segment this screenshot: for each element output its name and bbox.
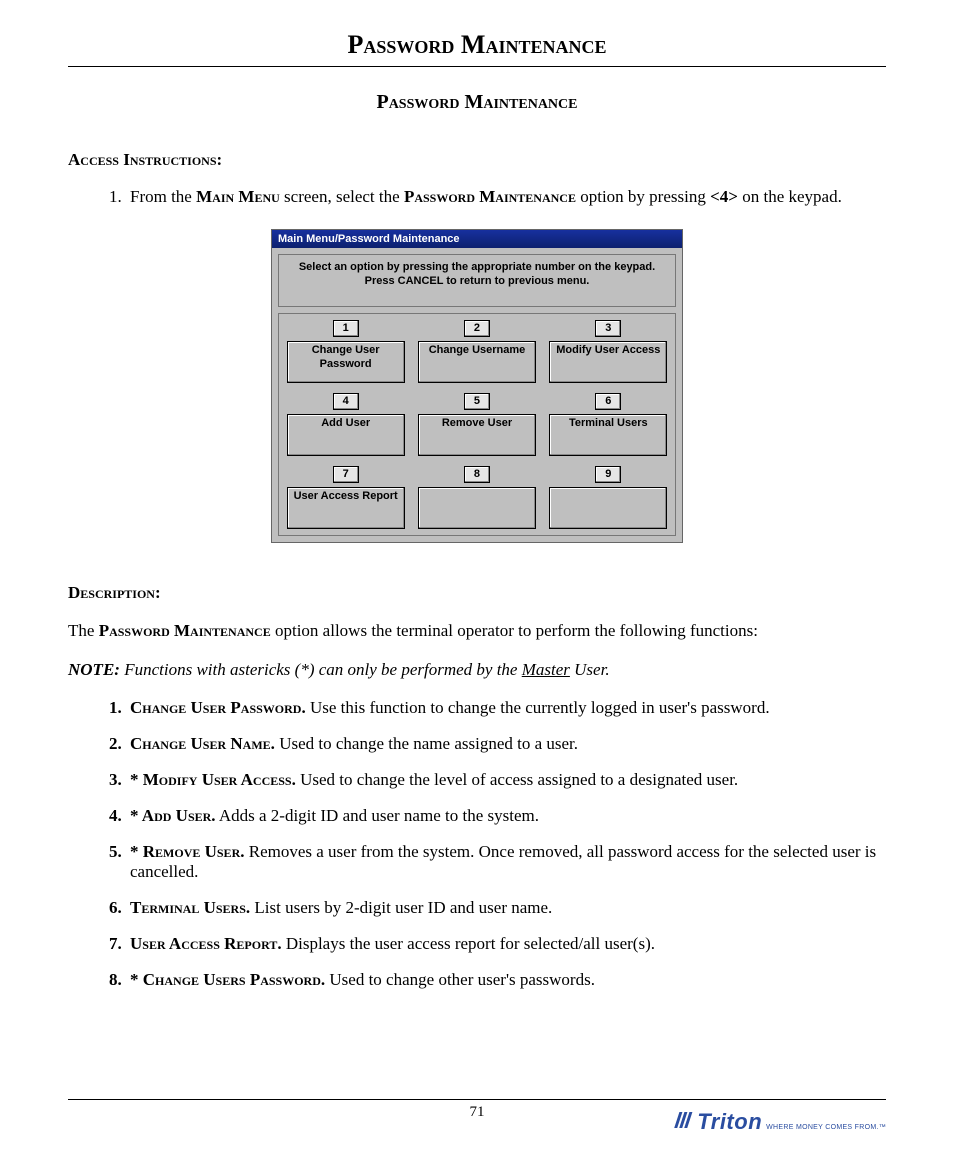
text: User. bbox=[570, 660, 610, 679]
item-body: Used to change the level of access assig… bbox=[296, 770, 738, 789]
note-label: NOTE: bbox=[68, 660, 120, 679]
keypad-button-4[interactable]: 4 bbox=[333, 393, 359, 410]
keypad-row-3: 7 User Access Report 8 9 bbox=[283, 466, 671, 529]
desc-item-4: * Add User. Adds a 2-digit ID and user n… bbox=[126, 806, 886, 826]
keypad-label-3[interactable]: Modify User Access bbox=[549, 341, 667, 383]
keypad-grid: 1 Change User Password 2 Change Username… bbox=[278, 313, 676, 536]
text: From the bbox=[130, 187, 196, 206]
note-line: NOTE: Functions with astericks (*) can o… bbox=[68, 660, 886, 680]
label-text: Change User Password bbox=[290, 344, 402, 370]
keypad-cell-6: 6 Terminal Users bbox=[546, 393, 671, 456]
footer-rule bbox=[68, 1099, 886, 1100]
desc-item-1: Change User Password. Use this function … bbox=[126, 698, 886, 718]
text: option by pressing bbox=[576, 187, 710, 206]
item-title: * Remove User. bbox=[130, 842, 244, 861]
pw-maint-sc: Password Maintenance bbox=[404, 187, 576, 206]
item-title: User Access Report. bbox=[130, 934, 282, 953]
instruction-line-1: Select an option by pressing the appropr… bbox=[283, 261, 671, 275]
brand-stripes-icon bbox=[673, 1112, 695, 1133]
brand-logo: Triton WHERE MONEY COMES FROM.™ bbox=[676, 1109, 886, 1135]
item-body: Use this function to change the currentl… bbox=[306, 698, 770, 717]
access-step-1: From the Main Menu screen, select the Pa… bbox=[126, 186, 886, 209]
keypad-cell-7: 7 User Access Report bbox=[283, 466, 408, 529]
keypad-button-6[interactable]: 6 bbox=[595, 393, 621, 410]
master-underline: Master bbox=[522, 660, 570, 679]
instruction-panel: Select an option by pressing the appropr… bbox=[278, 254, 676, 308]
keypad-cell-4: 4 Add User bbox=[283, 393, 408, 456]
label-text: Change Username bbox=[429, 344, 526, 357]
keypad-button-3[interactable]: 3 bbox=[595, 320, 621, 337]
window-titlebar: Main Menu/Password Maintenance bbox=[272, 230, 682, 248]
keypad-label-1[interactable]: Change User Password bbox=[287, 341, 405, 383]
label-text: Remove User bbox=[442, 417, 512, 430]
keypad-button-1[interactable]: 1 bbox=[333, 320, 359, 337]
brand-name: Triton bbox=[697, 1109, 762, 1135]
keypad-cell-3: 3 Modify User Access bbox=[546, 320, 671, 383]
item-title: * Change Users Password. bbox=[130, 970, 325, 989]
label-text: Modify User Access bbox=[556, 344, 660, 357]
item-body: List users by 2-digit user ID and user n… bbox=[250, 898, 552, 917]
keypad-button-8[interactable]: 8 bbox=[464, 466, 490, 483]
description-heading: Description: bbox=[68, 583, 886, 603]
desc-item-3: * Modify User Access. Used to change the… bbox=[126, 770, 886, 790]
item-title: Change User Password. bbox=[130, 698, 306, 717]
page-title: Password Maintenance bbox=[68, 30, 886, 60]
item-title: * Add User. bbox=[130, 806, 216, 825]
keypad-button-9[interactable]: 9 bbox=[595, 466, 621, 483]
title-rule bbox=[68, 66, 886, 67]
item-body: Used to change other user's passwords. bbox=[325, 970, 595, 989]
keypad-label-2[interactable]: Change Username bbox=[418, 341, 536, 383]
item-title: * Modify User Access. bbox=[130, 770, 296, 789]
label-text: User Access Report bbox=[294, 490, 398, 503]
text: option allows the terminal operator to p… bbox=[271, 621, 758, 640]
text: on the keypad. bbox=[738, 187, 842, 206]
instruction-line-2: Press CANCEL to return to previous menu. bbox=[283, 275, 671, 289]
note-body: Functions with astericks (*) can only be… bbox=[120, 660, 610, 679]
description-list: Change User Password. Use this function … bbox=[68, 698, 886, 990]
keypad-button-2[interactable]: 2 bbox=[464, 320, 490, 337]
keypad-cell-8: 8 bbox=[414, 466, 539, 529]
keypad-row-2: 4 Add User 5 Remove User 6 Terminal User… bbox=[283, 393, 671, 456]
access-instructions-list: From the Main Menu screen, select the Pa… bbox=[68, 186, 886, 209]
keypad-cell-5: 5 Remove User bbox=[414, 393, 539, 456]
item-title: Change User Name. bbox=[130, 734, 275, 753]
page-footer: 71 Triton WHERE MONEY COMES FROM.™ bbox=[68, 1099, 886, 1121]
item-body: Adds a 2-digit ID and user name to the s… bbox=[216, 806, 539, 825]
keypad-label-7[interactable]: User Access Report bbox=[287, 487, 405, 529]
label-text: Terminal Users bbox=[569, 417, 648, 430]
main-menu-sc: Main Menu bbox=[196, 187, 280, 206]
keypad-cell-9: 9 bbox=[546, 466, 671, 529]
brand-tagline: WHERE MONEY COMES FROM.™ bbox=[766, 1124, 886, 1135]
pw-maint-sc: Password Maintenance bbox=[99, 621, 271, 640]
keypad-row-1: 1 Change User Password 2 Change Username… bbox=[283, 320, 671, 383]
document-page: Password Maintenance Password Maintenanc… bbox=[0, 0, 954, 1159]
text: screen, select the bbox=[280, 187, 404, 206]
desc-item-6: Terminal Users. List users by 2-digit us… bbox=[126, 898, 886, 918]
keypad-label-4[interactable]: Add User bbox=[287, 414, 405, 456]
keypad-cell-1: 1 Change User Password bbox=[283, 320, 408, 383]
desc-item-7: User Access Report. Displays the user ac… bbox=[126, 934, 886, 954]
desc-item-2: Change User Name. Used to change the nam… bbox=[126, 734, 886, 754]
keypad-label-5[interactable]: Remove User bbox=[418, 414, 536, 456]
access-heading: Access Instructions: bbox=[68, 150, 886, 170]
label-text: Add User bbox=[321, 417, 370, 430]
keypad-cell-2: 2 Change Username bbox=[414, 320, 539, 383]
section-title: Password Maintenance bbox=[68, 91, 886, 114]
keypad-label-8[interactable] bbox=[418, 487, 536, 529]
desc-item-8: * Change Users Password. Used to change … bbox=[126, 970, 886, 990]
text: Functions with astericks (*) can only be… bbox=[120, 660, 522, 679]
description-line: The Password Maintenance option allows t… bbox=[68, 620, 886, 643]
keypad-button-5[interactable]: 5 bbox=[464, 393, 490, 410]
text: The bbox=[68, 621, 99, 640]
key-4: <4> bbox=[710, 187, 738, 206]
window-body: Select an option by pressing the appropr… bbox=[272, 248, 682, 543]
keypad-label-6[interactable]: Terminal Users bbox=[549, 414, 667, 456]
item-body: Used to change the name assigned to a us… bbox=[275, 734, 578, 753]
desc-item-5: * Remove User. Removes a user from the s… bbox=[126, 842, 886, 882]
item-title: Terminal Users. bbox=[130, 898, 250, 917]
keypad-label-9[interactable] bbox=[549, 487, 667, 529]
embedded-screenshot: Main Menu/Password Maintenance Select an… bbox=[271, 229, 683, 544]
item-body: Displays the user access report for sele… bbox=[282, 934, 655, 953]
keypad-button-7[interactable]: 7 bbox=[333, 466, 359, 483]
